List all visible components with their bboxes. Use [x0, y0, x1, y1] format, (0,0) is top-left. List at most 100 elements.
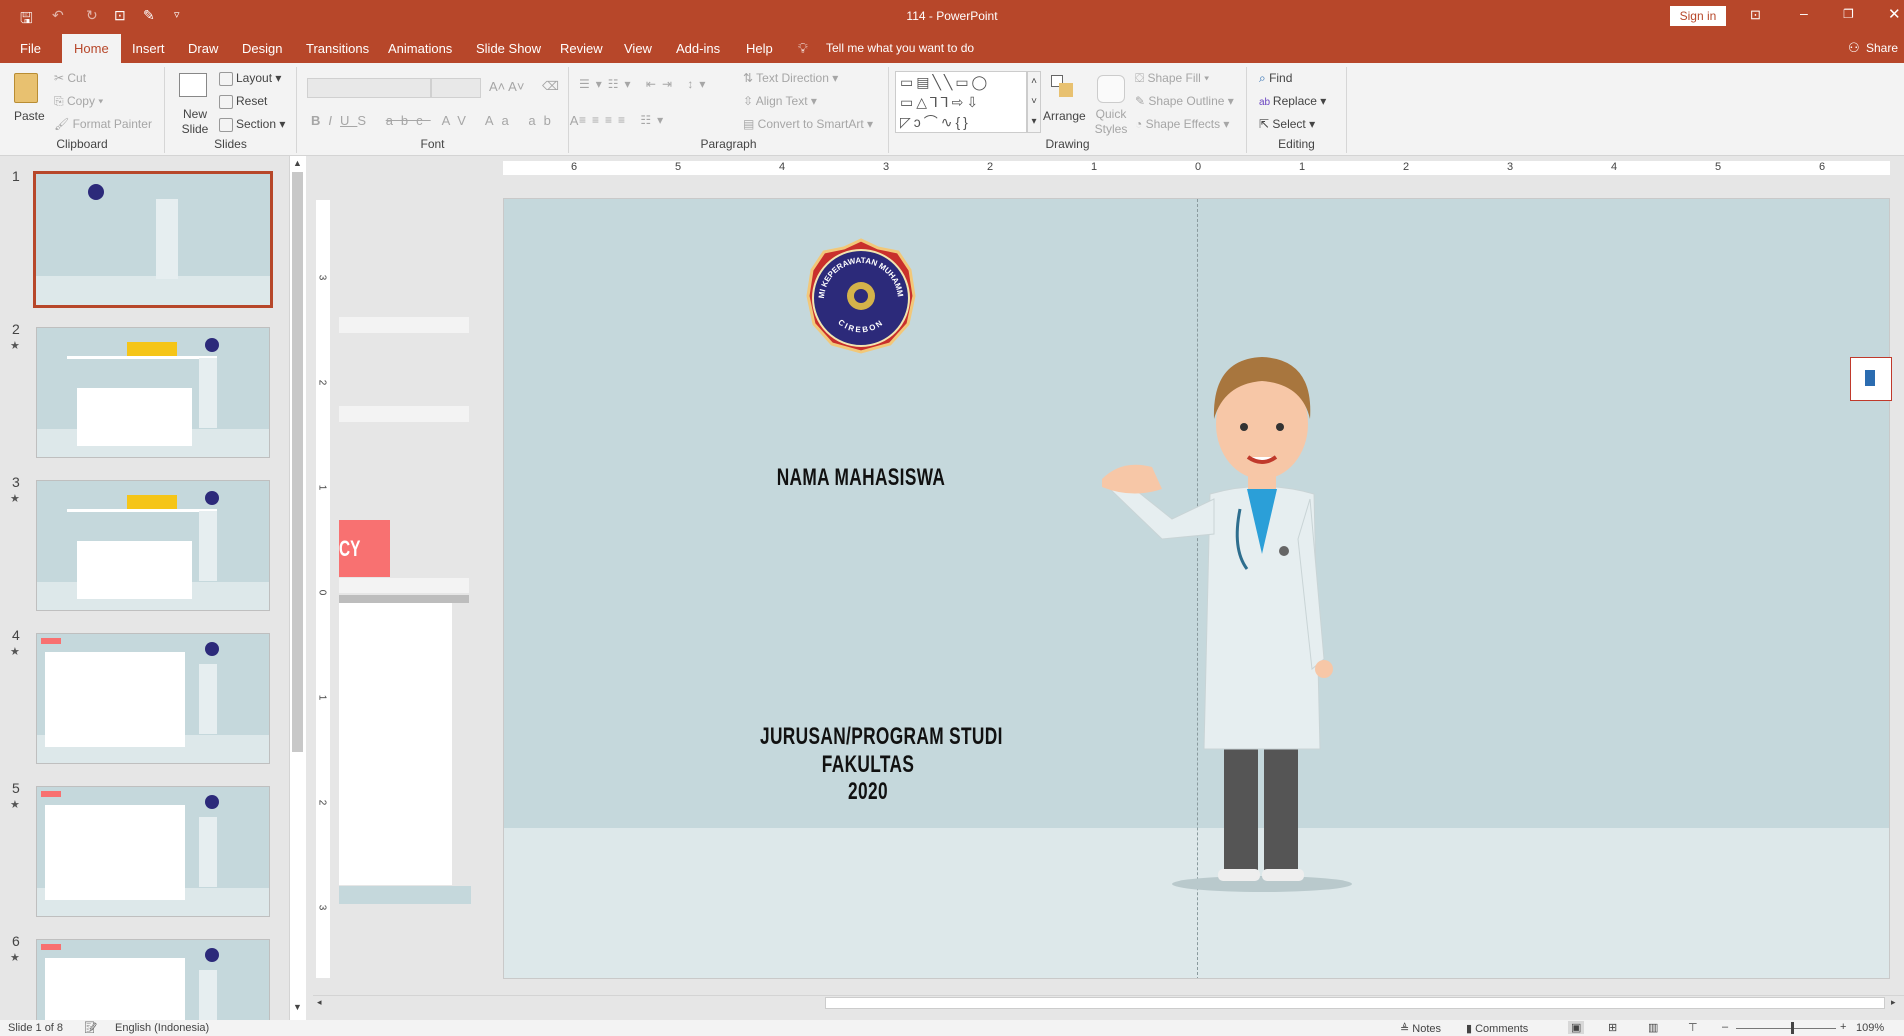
cursor-icon: ⇱ [1259, 117, 1273, 131]
animation-star-icon: ★ [10, 646, 20, 658]
tab-draw[interactable]: Draw [180, 34, 226, 63]
ruler-tick-label: 3 [883, 161, 890, 173]
student-name-text[interactable]: NAMA MAHASISWA [753, 464, 969, 492]
tab-insert[interactable]: Insert [124, 34, 173, 63]
department-text[interactable]: JURUSAN/PROGRAM STUDI [760, 723, 1002, 751]
minimize-icon[interactable]: – [1800, 5, 1808, 21]
ruler-tick-label: 1 [316, 694, 328, 701]
tab-review[interactable]: Review [552, 34, 611, 63]
tab-help[interactable]: Help [738, 34, 781, 63]
copy-button[interactable]: ⎘ Copy ▾ [54, 94, 103, 109]
zoom-level[interactable]: 109% [1856, 1022, 1884, 1034]
tab-design[interactable]: Design [234, 34, 290, 63]
offslide-shape[interactable] [339, 886, 471, 904]
ribbon-display-options-icon[interactable]: ⊡ [1750, 7, 1761, 23]
increase-font-icon[interactable]: A˄ A˅ [489, 79, 524, 94]
tab-animations[interactable]: Animations [380, 34, 460, 63]
tab-home[interactable]: Home [62, 34, 121, 63]
scroll-left-icon[interactable]: ◂ [317, 997, 322, 1008]
replace-button[interactable]: ab Replace ▾ [1259, 94, 1326, 108]
slide-thumbnail[interactable] [36, 633, 270, 764]
zoom-out-icon[interactable]: – [1722, 1021, 1728, 1033]
comment-marker[interactable] [1850, 357, 1892, 401]
scroll-right-icon[interactable]: ▸ [1891, 997, 1896, 1008]
scroll-down-icon[interactable]: ▼ [293, 1002, 302, 1012]
scroll-thumb[interactable] [825, 997, 1885, 1009]
animation-star-icon: ★ [10, 493, 20, 505]
zoom-slider[interactable] [1736, 1028, 1836, 1029]
normal-view-icon[interactable]: ▣ [1568, 1021, 1585, 1034]
close-icon[interactable]: ✕ [1888, 5, 1901, 23]
find-button[interactable]: ⌕ Find [1259, 71, 1292, 86]
offslide-label[interactable]: CY [339, 520, 390, 577]
ruler-tick-label: 6 [571, 161, 578, 173]
alignment-buttons[interactable]: ≡≡≡≡ ☷▾ [579, 113, 669, 127]
font-size-select[interactable] [431, 78, 481, 98]
gallery-scroll[interactable]: ˄ ˅ ▾ [1027, 71, 1041, 133]
clear-formatting-icon[interactable]: ⌫ [542, 79, 559, 93]
paste-button[interactable]: Paste [14, 109, 45, 123]
reset-button[interactable]: Reset [219, 94, 267, 109]
faculty-text[interactable]: FAKULTAS [760, 751, 976, 779]
shape-outline-button[interactable]: ✎ Shape Outline ▾ [1135, 94, 1234, 108]
shapes-gallery[interactable]: ▭▤╲╲▭◯ ▭△⅂⅂⇨⇩ ◸ↄ⌒∿{} [895, 71, 1027, 133]
shape-effects-button[interactable]: ◔ Shape Effects ▾ [1135, 117, 1229, 131]
arrange-button[interactable]: Arrange [1043, 109, 1086, 123]
slide-thumbnail[interactable] [33, 171, 273, 308]
convert-smartart-button[interactable]: ▤ Convert to SmartArt ▾ [743, 117, 873, 131]
font-name-select[interactable] [307, 78, 431, 98]
sign-in-button[interactable]: Sign in [1670, 6, 1726, 26]
share-button[interactable]: Share [1866, 41, 1898, 55]
slide-sorter-icon[interactable]: ⊞ [1608, 1021, 1617, 1034]
thumbnail-number: 5 [12, 780, 20, 796]
slide-thumbnail[interactable] [36, 786, 270, 917]
spelling-icon[interactable]: 📝︎ [84, 1021, 98, 1034]
font-format-buttons[interactable]: BIUS abc AV Aa ab A [311, 113, 586, 128]
tab-add-ins[interactable]: Add-ins [668, 34, 728, 63]
tab-view[interactable]: View [616, 34, 660, 63]
layout-button[interactable]: Layout ▾ [219, 71, 281, 86]
tab-file[interactable]: File [12, 34, 49, 63]
tell-me-search[interactable]: Tell me what you want to do [826, 41, 974, 55]
slideshow-view-icon[interactable]: ⊤ [1688, 1021, 1698, 1034]
slide-thumbnail[interactable] [36, 327, 270, 458]
quick-styles-icon [1097, 75, 1125, 103]
horizontal-scrollbar[interactable]: ◂ ▸ [313, 995, 1904, 1011]
list-indent-buttons[interactable]: ☰▾☷▾ ⇤⇥ ↕▾ [579, 77, 711, 91]
slide-canvas[interactable]: AKADEMI KEPERAWATAN MUHAMMADIYAH CIREBON… [503, 198, 1890, 979]
doctor-illustration[interactable] [1102, 339, 1362, 899]
quick-styles-button[interactable]: Quick Styles [1093, 107, 1129, 137]
reading-view-icon[interactable]: ▥ [1648, 1021, 1658, 1034]
copy-icon: ⎘ [54, 94, 67, 108]
text-direction-button[interactable]: ⇅ Text Direction ▾ [743, 71, 838, 85]
offslide-shape[interactable] [339, 406, 469, 422]
tab-slide-show[interactable]: Slide Show [468, 34, 549, 63]
slide-thumbnail[interactable] [36, 480, 270, 611]
ruler-tick-label: 4 [1611, 161, 1618, 173]
offslide-shape[interactable] [339, 317, 469, 333]
notes-button[interactable]: ≜ Notes [1400, 1022, 1441, 1035]
shape-fill-button[interactable]: ⛋ Shape Fill ▾ [1135, 71, 1209, 86]
offslide-shape[interactable] [339, 578, 469, 593]
thumbnails-scrollbar[interactable]: ▲ ▼ [289, 156, 306, 1020]
comments-button[interactable]: ▮ Comments [1466, 1022, 1528, 1035]
zoom-in-icon[interactable]: + [1840, 1021, 1846, 1033]
scroll-thumb[interactable] [292, 172, 303, 752]
year-text[interactable]: 2020 [760, 778, 976, 806]
group-font: A˄ A˅ ⌫ BIUS abc AV Aa ab A Font [297, 67, 578, 153]
cut-button[interactable]: ✂ Cut [54, 71, 86, 85]
align-text-button[interactable]: ⇳ Align Text ▾ [743, 94, 817, 108]
section-button[interactable]: Section ▾ [219, 117, 285, 132]
zoom-slider-thumb[interactable] [1790, 1022, 1794, 1034]
format-painter-button[interactable]: 🖌︎ Format Painter [54, 117, 152, 131]
scroll-up-icon[interactable]: ▲ [293, 158, 302, 168]
restore-icon[interactable]: ❐ [1843, 7, 1854, 21]
slide-thumbnail[interactable] [36, 939, 270, 1020]
new-slide-button[interactable]: New Slide [177, 107, 213, 137]
language-indicator[interactable]: English (Indonesia) [115, 1022, 209, 1034]
tab-transitions[interactable]: Transitions [298, 34, 377, 63]
ribbon-tabs: File Home Insert Draw Design Transitions… [0, 34, 1904, 63]
select-button[interactable]: ⇱ Select ▾ [1259, 117, 1315, 131]
offslide-shape[interactable] [339, 595, 469, 603]
offslide-shape[interactable] [339, 603, 452, 885]
